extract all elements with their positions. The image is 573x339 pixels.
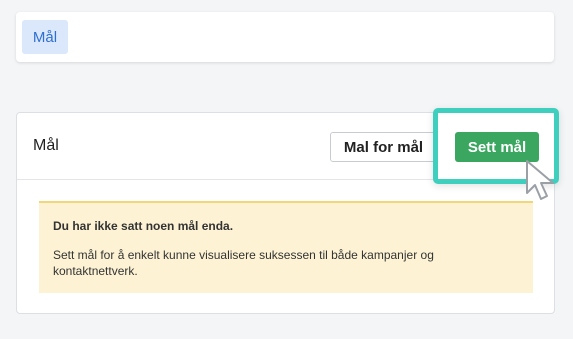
set-goal-button[interactable]: Sett mål — [455, 132, 539, 162]
goal-template-button[interactable]: Mal for mål — [330, 132, 437, 162]
empty-state-alert: Du har ikke satt noen mål enda. Sett mål… — [39, 201, 533, 293]
alert-title: Du har ikke satt noen mål enda. — [53, 219, 234, 233]
top-tab-bar: Mål — [16, 12, 554, 62]
mouse-pointer-icon — [526, 160, 554, 200]
tab-goals[interactable]: Mål — [22, 20, 68, 54]
alert-body: Sett mål for å enkelt kunne visualisere … — [53, 248, 434, 278]
panel-title: Mål — [33, 137, 59, 154]
